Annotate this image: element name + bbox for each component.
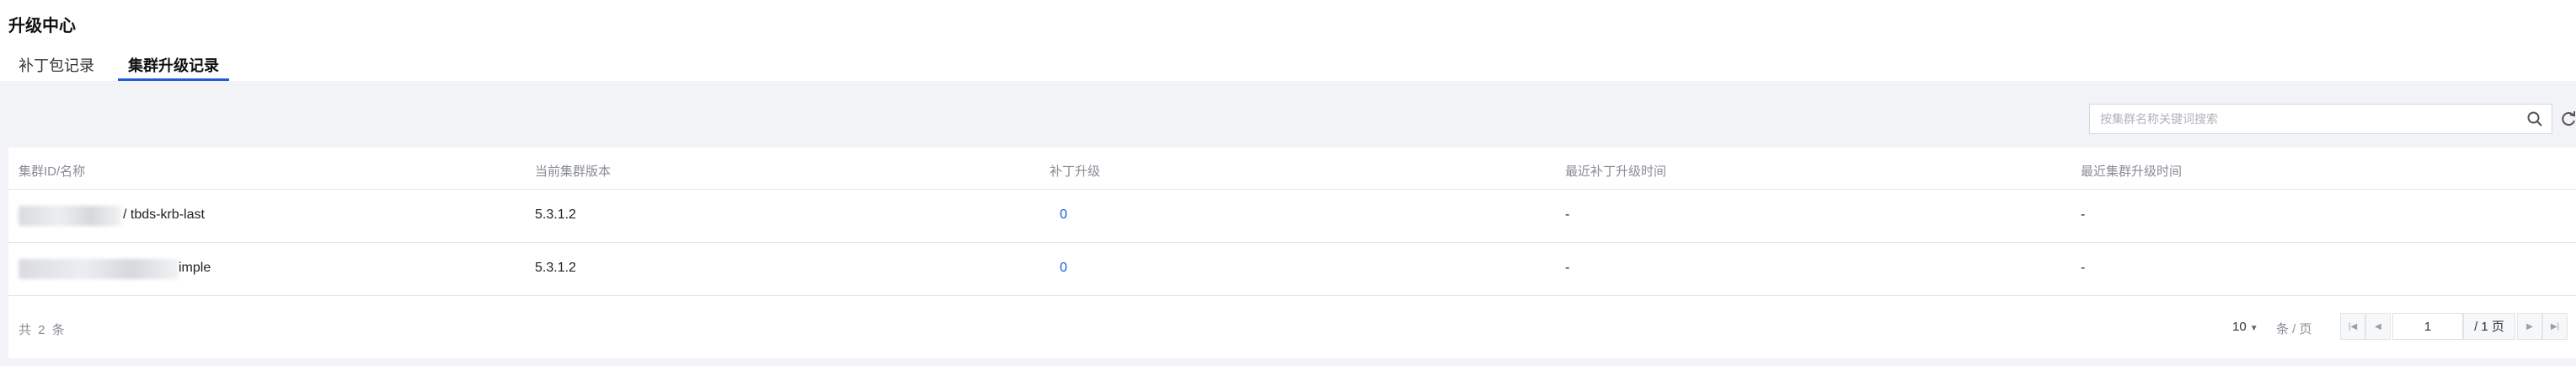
patch-upgrade-count-link[interactable]: 0 [1060,261,1067,276]
first-page-icon[interactable]: |◀ [2340,313,2365,340]
total-pages: / 1 页 [2463,313,2515,340]
column-header-cluster: 集群ID/名称 [19,164,86,179]
tab-cluster-upgrade-records[interactable]: 集群升级记录 [118,54,229,81]
per-page-label: 条 / 页 [2276,322,2312,336]
last-patch-time: - [1565,261,1570,275]
column-header-last-patch-time: 最近补丁升级时间 [1565,164,1667,179]
refresh-icon[interactable] [2561,110,2576,127]
page-size-select[interactable]: 10 ▼ [2232,320,2258,334]
chevron-down-icon: ▼ [2249,324,2258,333]
cluster-name: / tbds-krb-last [123,207,205,222]
search-icon[interactable] [2526,110,2543,127]
column-header-last-cluster-time: 最近集群升级时间 [2081,164,2183,179]
table-row: / tbds-krb-last 5.3.1.2 0 - - [8,191,2576,243]
cluster-id-redacted [19,206,121,226]
cluster-table-card: 集群ID/名称 当前集群版本 补丁升级 最近补丁升级时间 最近集群升级时间 / … [8,148,2576,358]
page-title: 升级中心 [8,17,76,35]
last-page-icon[interactable]: ▶| [2542,313,2568,340]
last-patch-time: - [1565,207,1570,222]
cluster-name: imple [179,261,211,275]
search-input[interactable] [2100,105,2504,133]
last-cluster-time: - [2081,261,2086,275]
cluster-version: 5.3.1.2 [535,261,576,275]
search-box [2089,104,2552,134]
table-header: 集群ID/名称 当前集群版本 补丁升级 最近补丁升级时间 最近集群升级时间 [8,148,2576,190]
last-cluster-time: - [2081,207,2086,222]
column-header-patch-upgrade: 补丁升级 [1050,164,1101,179]
table-row: imple 5.3.1.2 0 - - [8,244,2576,296]
next-page-icon[interactable]: ▶ [2517,313,2542,340]
pagination: 共 2 条 10▼ 条 / 页 |◀ ◀ / 1 页 ▶ ▶| [8,297,2576,358]
prev-page-icon[interactable]: ◀ [2365,313,2391,340]
cluster-id-redacted [19,259,179,279]
page-number-input[interactable] [2392,313,2463,340]
column-header-version: 当前集群版本 [535,164,612,179]
cluster-version: 5.3.1.2 [535,207,576,222]
tab-bar: 补丁包记录 集群升级记录 [8,54,243,81]
total-count: 共 2 条 [19,323,67,337]
tab-patch-records[interactable]: 补丁包记录 [8,54,104,81]
page-size-value: 10 [2232,320,2247,334]
patch-upgrade-count-link[interactable]: 0 [1060,207,1067,223]
